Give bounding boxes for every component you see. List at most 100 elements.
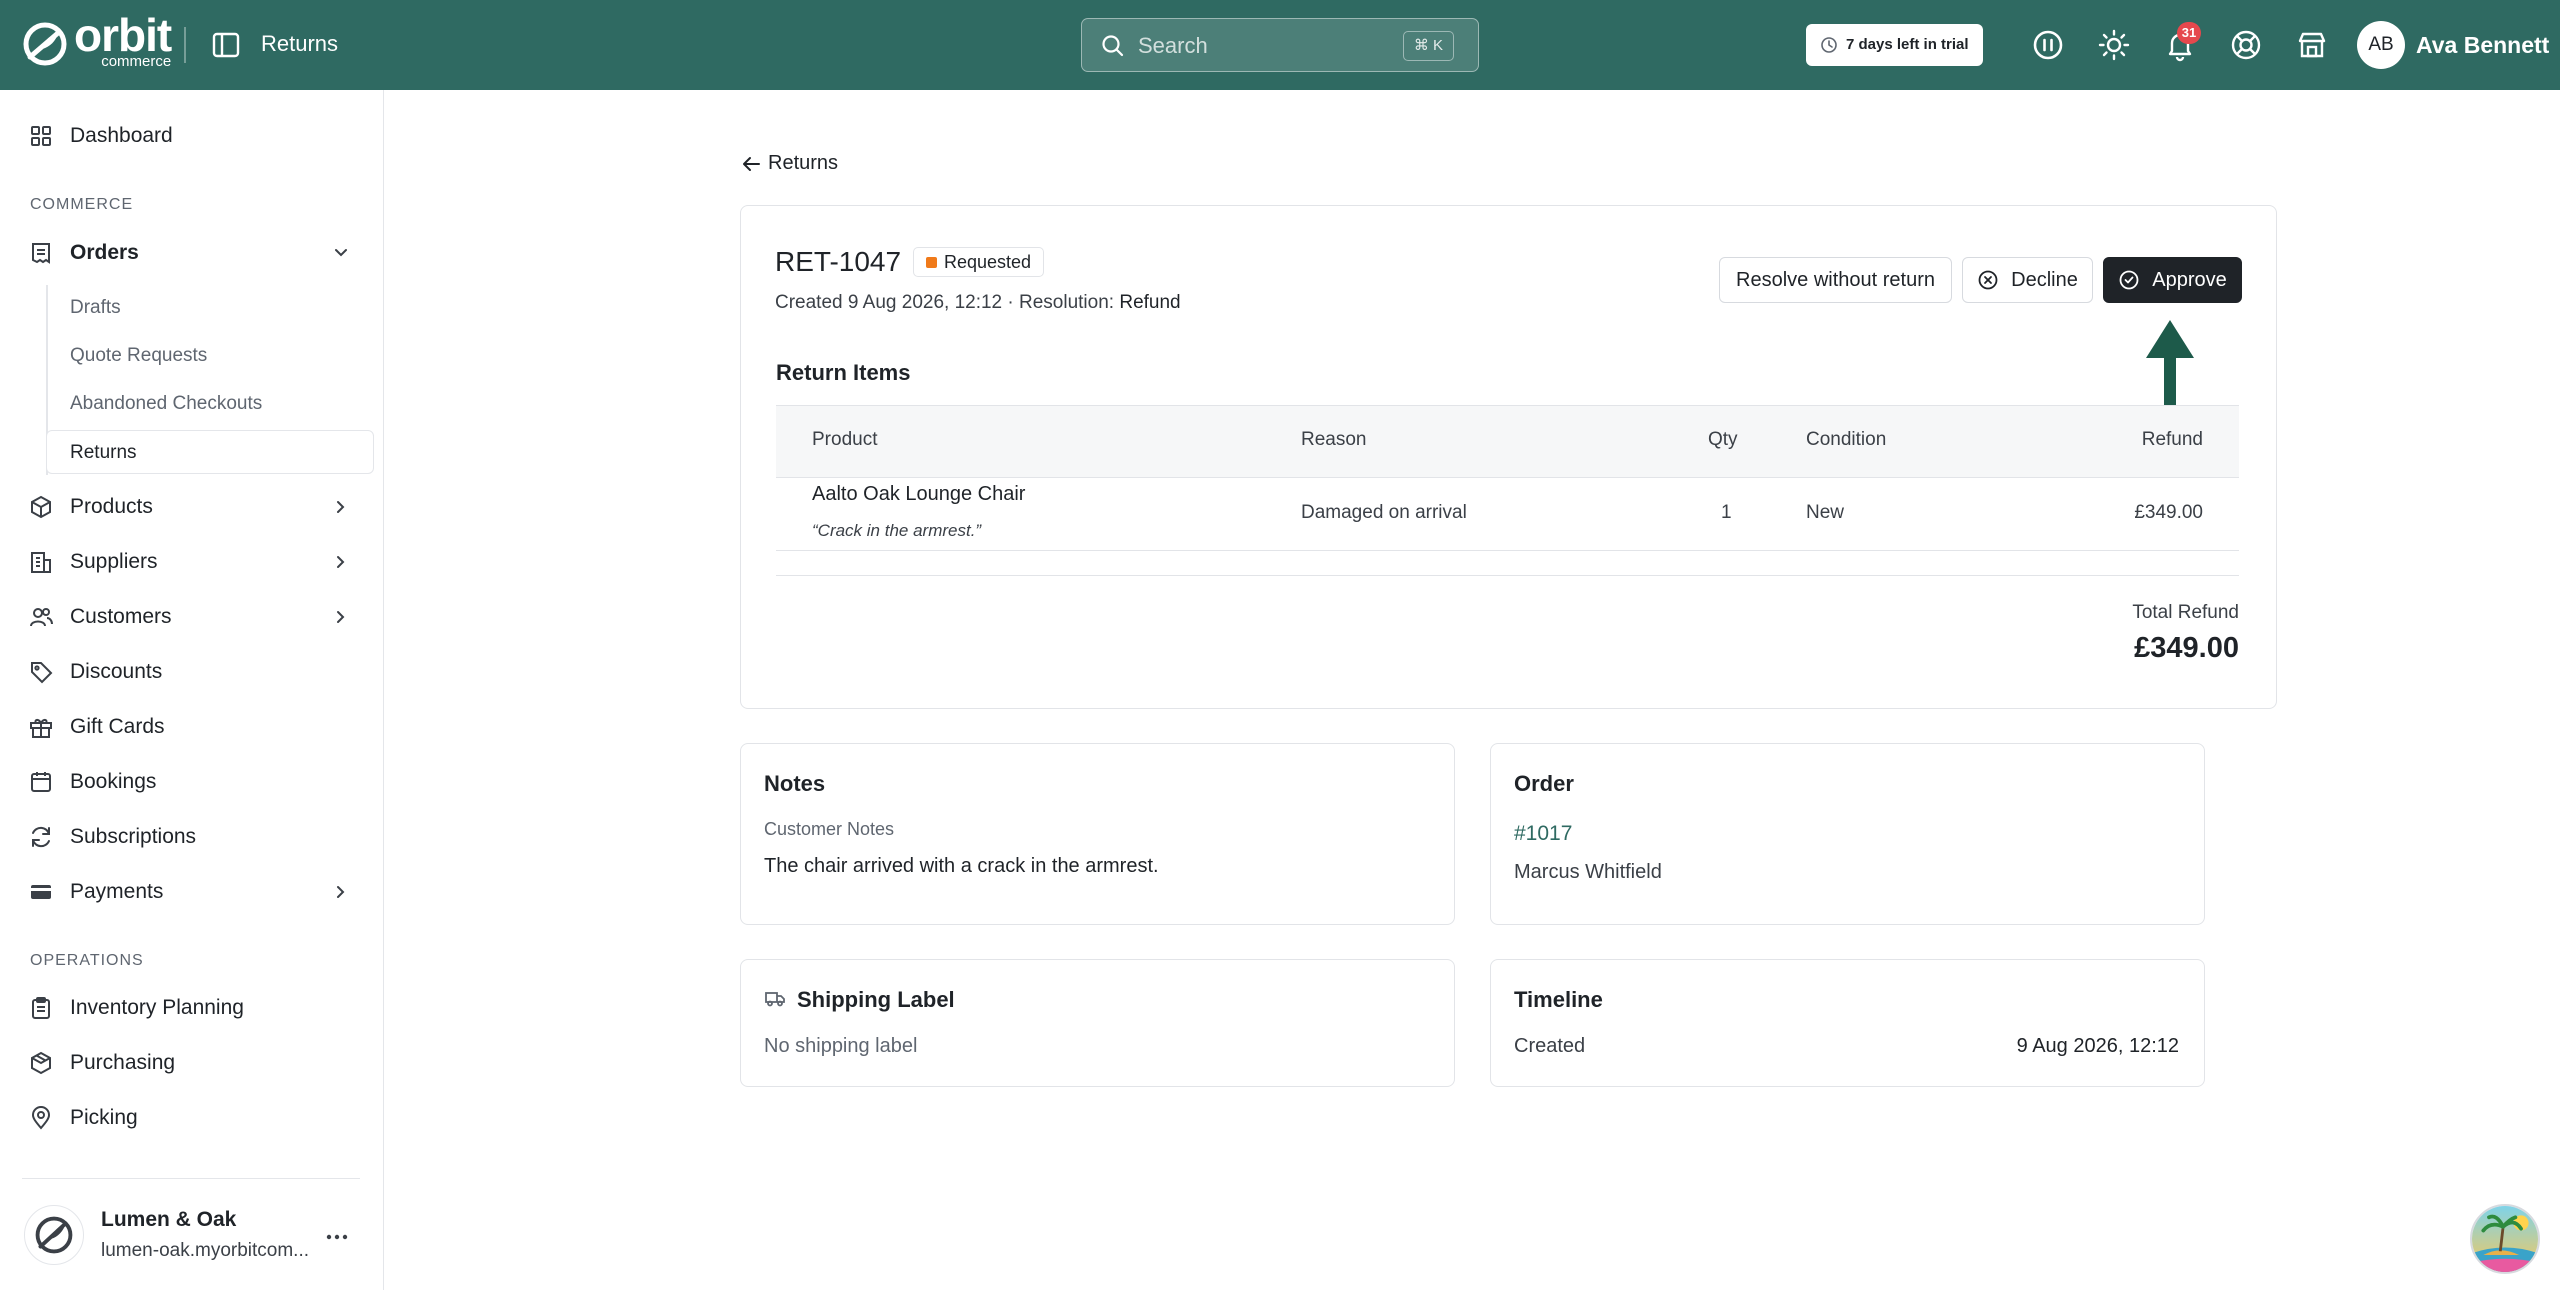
chevron-right-icon	[337, 611, 345, 623]
sidebar-item-picking[interactable]: Picking	[0, 1098, 384, 1138]
resolution-value: Refund	[1119, 292, 1181, 313]
sidebar: Dashboard COMMERCE Orders Drafts Quote R…	[0, 90, 384, 1290]
user-avatar[interactable]: AB	[2357, 21, 2405, 69]
back-link[interactable]: Returns	[740, 152, 838, 175]
sidebar-divider	[22, 1178, 360, 1179]
sidebar-item-suppliers[interactable]: Suppliers	[0, 542, 384, 582]
map-pin-icon	[31, 1106, 51, 1130]
resolve-without-return-button[interactable]: Resolve without return	[1719, 257, 1952, 303]
item-reason: Damaged on arrival	[1301, 502, 1467, 523]
sidebar-toggle-icon[interactable]	[211, 30, 241, 60]
truck-icon	[765, 992, 785, 1007]
dashboard-icon	[31, 126, 51, 146]
assistant-avatar[interactable]	[2470, 1204, 2540, 1274]
more-horizontal-icon[interactable]	[324, 1224, 350, 1250]
back-link-label: Returns	[768, 152, 839, 174]
sidebar-subitem-abandoned-checkouts[interactable]: Abandoned Checkouts	[70, 393, 262, 415]
timeline-date: 9 Aug 2026, 12:12	[2016, 1035, 2179, 1057]
sidebar-item-bookings[interactable]: Bookings	[0, 762, 384, 802]
sidebar-label: Orders	[70, 241, 139, 264]
store-url: lumen-oak.myorbitcom...	[101, 1240, 310, 1261]
shipping-label-title: Shipping Label	[797, 987, 955, 1012]
sidebar-item-purchasing[interactable]: Purchasing	[0, 1043, 384, 1083]
sidebar-subitem-quote-requests[interactable]: Quote Requests	[70, 345, 207, 367]
building-icon	[31, 552, 51, 573]
sidebar-subitem-drafts[interactable]: Drafts	[70, 297, 121, 319]
order-customer: Marcus Whitfield	[1514, 861, 1662, 883]
brand-logo[interactable]: orbit commerce	[22, 12, 172, 69]
store-name: Lumen & Oak	[101, 1208, 237, 1231]
sidebar-item-subscriptions[interactable]: Subscriptions	[0, 817, 384, 857]
status-badge: Requested	[913, 247, 1045, 277]
search-icon	[1102, 35, 1124, 57]
item-qty: 1	[1721, 502, 1732, 523]
top-bar: orbit commerce Returns ⌘ K 7 days left i…	[0, 0, 2560, 90]
search-box[interactable]: ⌘ K	[1081, 18, 1479, 72]
approve-button[interactable]: Approve	[2103, 257, 2242, 303]
help-icon[interactable]	[2229, 28, 2263, 62]
sidebar-label: Payments	[70, 880, 164, 903]
package-icon	[31, 1051, 51, 1075]
arrow-up-icon	[2146, 320, 2194, 414]
item-product: Aalto Oak Lounge Chair	[812, 483, 1026, 505]
orders-icon	[32, 243, 50, 264]
store-logo[interactable]	[24, 1205, 84, 1265]
box-icon	[31, 495, 51, 519]
timeline-title: Timeline	[1514, 987, 1603, 1012]
island-icon	[2472, 1206, 2538, 1272]
item-note: “Crack in the armrest.”	[812, 521, 982, 540]
button-label: Decline	[2011, 268, 2078, 291]
credit-card-icon	[31, 885, 51, 899]
customer-notes-text: The chair arrived with a crack in the ar…	[764, 855, 1159, 877]
refresh-icon	[32, 826, 50, 848]
sidebar-item-discounts[interactable]: Discounts	[0, 652, 384, 692]
sidebar-label: Subscriptions	[70, 825, 197, 848]
sidebar-label: Inventory Planning	[70, 996, 244, 1019]
sidebar-item-payments[interactable]: Payments	[0, 872, 384, 912]
search-input[interactable]	[1138, 29, 1398, 63]
sidebar-item-dashboard[interactable]: Dashboard	[0, 116, 384, 156]
decline-button[interactable]: Decline	[1962, 257, 2093, 303]
sidebar-label: Customers	[70, 605, 172, 628]
row-divider	[776, 550, 2239, 551]
total-refund-value: £349.00	[2134, 632, 2239, 664]
item-condition: New	[1806, 502, 1845, 523]
sidebar-item-orders[interactable]: Orders	[0, 233, 384, 273]
sidebar-item-customers[interactable]: Customers	[0, 597, 384, 637]
arrow-left-icon	[743, 156, 760, 171]
button-label: Approve	[2152, 268, 2227, 291]
chevron-down-icon	[335, 249, 347, 257]
sidebar-item-gift-cards[interactable]: Gift Cards	[0, 707, 384, 747]
tag-icon	[31, 662, 53, 684]
trial-badge[interactable]: 7 days left in trial	[1806, 24, 1983, 66]
sidebar-label: Suppliers	[70, 550, 158, 573]
order-number-link[interactable]: #1017	[1514, 822, 1572, 846]
table-header: Product Reason Qty Condition Refund	[776, 405, 2239, 478]
sidebar-item-inventory-planning[interactable]: Inventory Planning	[0, 988, 384, 1028]
users-icon	[30, 608, 53, 627]
column-refund: Refund	[2141, 429, 2203, 450]
return-items-title: Return Items	[776, 360, 911, 385]
column-reason: Reason	[1301, 429, 1367, 450]
store-logo-icon	[35, 1216, 73, 1254]
topbar-divider	[184, 27, 186, 63]
clipboard-icon	[32, 997, 50, 1019]
clock-icon	[1821, 37, 1837, 53]
x-circle-icon	[1978, 270, 1998, 290]
chevron-right-icon	[337, 501, 345, 513]
gift-icon	[30, 719, 52, 738]
chevron-right-icon	[337, 556, 345, 568]
page-title: Returns	[261, 31, 339, 56]
store-icon[interactable]	[2295, 28, 2329, 62]
status-text: Requested	[944, 252, 1032, 272]
sidebar-item-products[interactable]: Products	[0, 487, 384, 527]
pause-icon[interactable]	[2031, 28, 2065, 62]
sun-icon[interactable]	[2097, 28, 2131, 62]
shipping-label-card	[740, 959, 1455, 1087]
timeline-event: Created	[1514, 1035, 1586, 1057]
order-card	[1490, 743, 2205, 925]
user-name[interactable]: Ava Bennett	[2416, 32, 2549, 59]
sidebar-subitem-returns[interactable]: Returns	[46, 430, 374, 474]
chevron-right-icon	[337, 886, 345, 898]
brand-name: orbit	[74, 9, 172, 61]
